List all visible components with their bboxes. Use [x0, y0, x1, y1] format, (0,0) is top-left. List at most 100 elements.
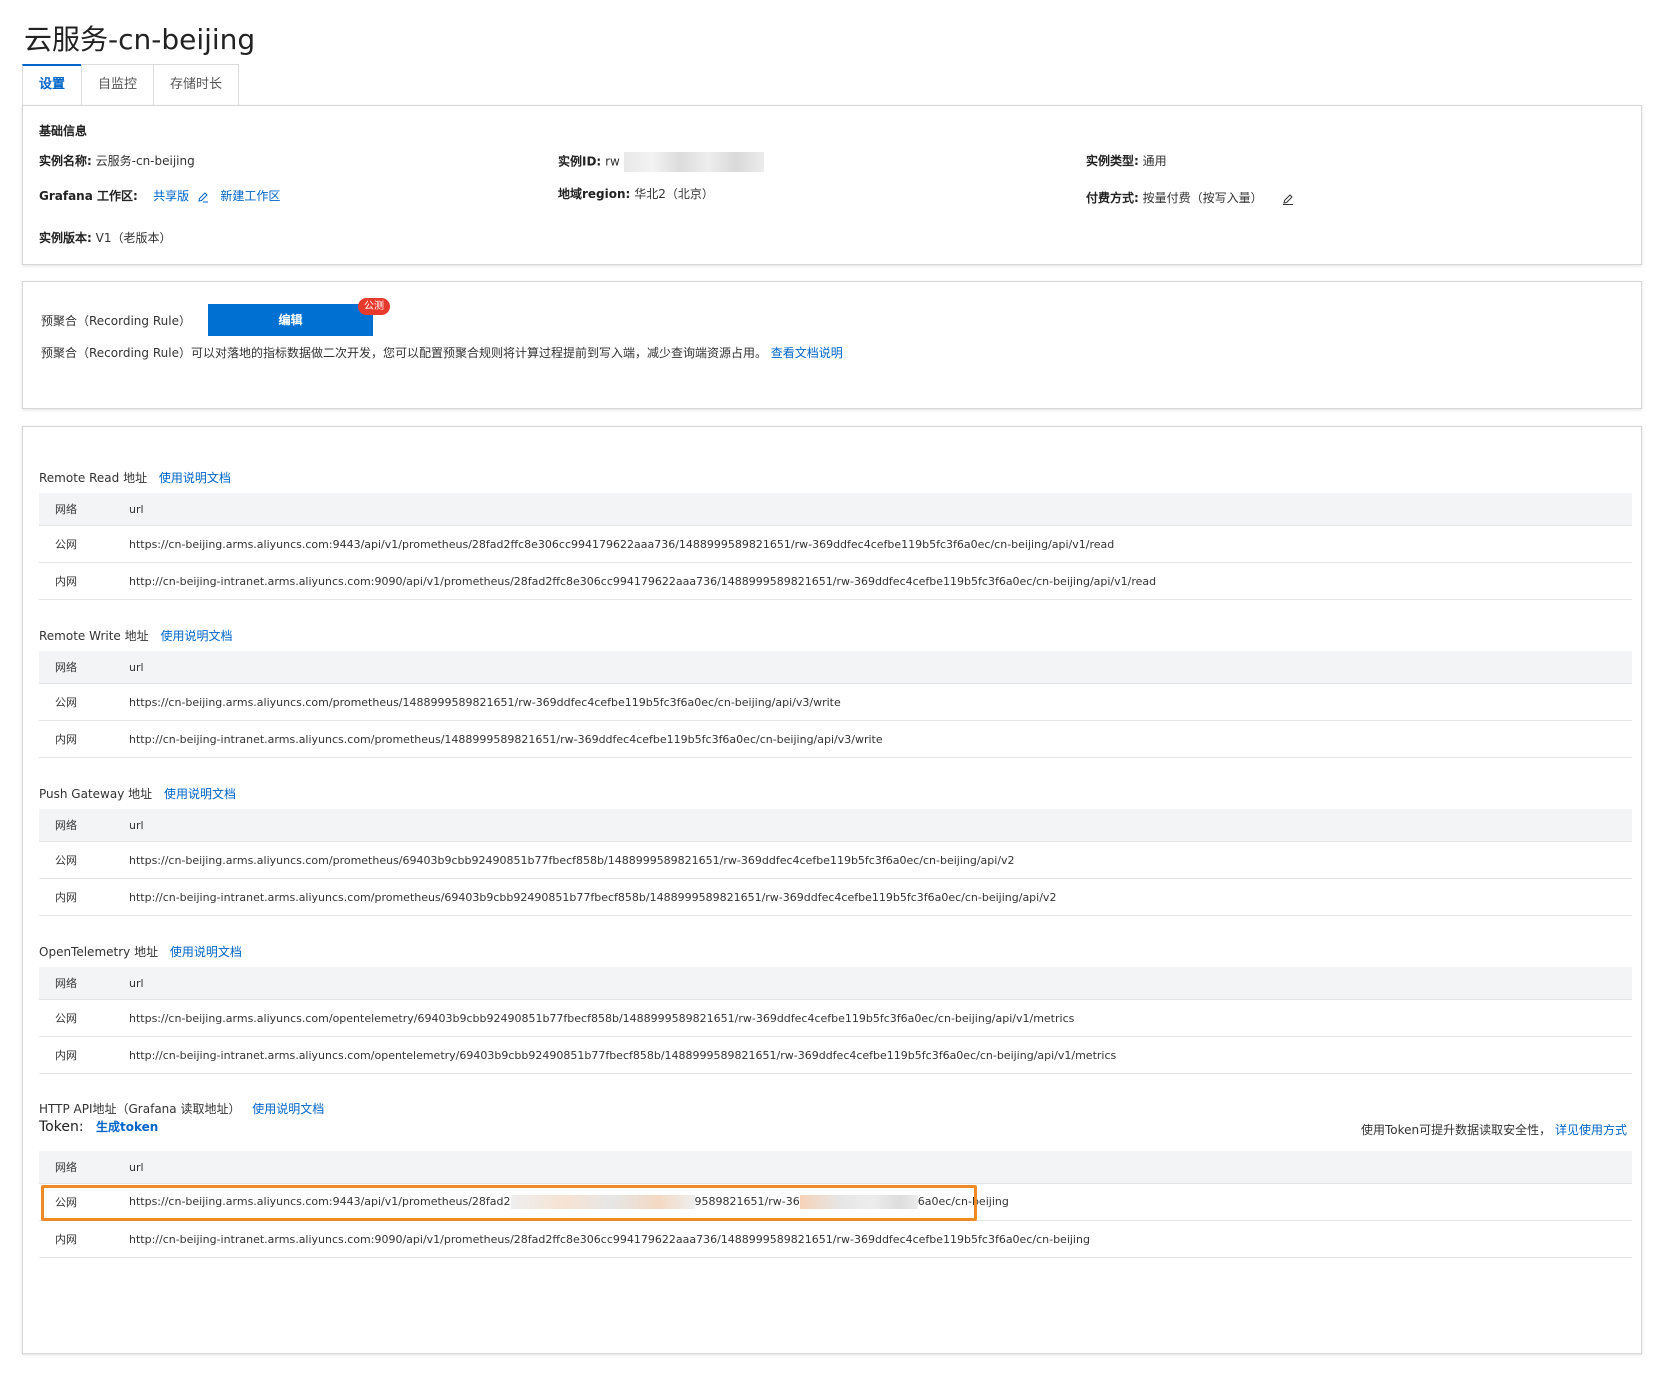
grafana-workspace-field: Grafana 工作区: 共享版 新建工作区 [39, 187, 280, 204]
remote-write-doc-link[interactable]: 使用说明文档 [160, 629, 232, 643]
http-api-public-url[interactable]: https://cn-beijing.arms.aliyuncs.com:944… [129, 1195, 1632, 1209]
table-header-row: 网络 url [39, 809, 1632, 842]
push-gateway-private-url[interactable]: http://cn-beijing-intranet.arms.aliyuncs… [129, 891, 1632, 904]
remote-write-table: 网络 url 公网 https://cn-beijing.arms.aliyun… [39, 651, 1632, 758]
remote-read-table: 网络 url 公网 https://cn-beijing.arms.aliyun… [39, 493, 1632, 600]
region-value: 华北2（北京） [634, 187, 714, 201]
http-api-table: 网络 url 公网 https://cn-beijing.arms.aliyun… [39, 1151, 1632, 1258]
opentelemetry-title-text: OpenTelemetry 地址 [39, 945, 159, 959]
table-header-row: 网络 url [39, 493, 1632, 526]
remote-read-private-url[interactable]: http://cn-beijing-intranet.arms.aliyuncs… [129, 575, 1632, 588]
grafana-shared-link[interactable]: 共享版 [153, 189, 189, 203]
remote-read-doc-link[interactable]: 使用说明文档 [159, 471, 231, 485]
push-gateway-title: Push Gateway 地址 使用说明文档 [39, 785, 236, 802]
remote-write-private-url[interactable]: http://cn-beijing-intranet.arms.aliyuncs… [129, 733, 1632, 746]
remote-write-public-url[interactable]: https://cn-beijing.arms.aliyuncs.com/pro… [129, 696, 1632, 709]
table-row: 内网 http://cn-beijing-intranet.arms.aliyu… [39, 721, 1632, 758]
remote-read-title-text: Remote Read 地址 [39, 471, 148, 485]
tab-storage-duration[interactable]: 存储时长 [153, 64, 240, 105]
redacted-segment [510, 1195, 695, 1209]
table-header-row: 网络 url [39, 1151, 1632, 1184]
table-row: 公网 https://cn-beijing.arms.aliyuncs.com/… [39, 842, 1632, 879]
edit-billing-icon[interactable] [1282, 193, 1294, 205]
column-network: 网络 [55, 661, 77, 674]
http-api-public-url-part-c: 6a0ec/cn-beijing [917, 1195, 1009, 1208]
opentelemetry-table: 网络 url 公网 https://cn-beijing.arms.aliyun… [39, 967, 1632, 1074]
region-field: 地域region: 华北2（北京） [558, 185, 714, 202]
recording-rule-card: 预聚合（Recording Rule） 编辑RecordingRule.yaml… [22, 281, 1642, 409]
instance-version-field: 实例版本: V1（老版本） [39, 229, 172, 246]
column-url: url [129, 1160, 144, 1174]
instance-id-masked [623, 152, 764, 172]
network-private: 内网 [55, 1049, 77, 1062]
column-network: 网络 [55, 1161, 77, 1174]
token-hint-text: 使用Token可提升数据读取安全性， [1361, 1123, 1552, 1137]
generate-token-link[interactable]: 生成token [96, 1120, 158, 1134]
table-header-row: 网络 url [39, 967, 1632, 1000]
tab-settings[interactable]: 设置 [22, 64, 83, 105]
http-api-title: HTTP API地址（Grafana 读取地址） 使用说明文档 [39, 1100, 324, 1117]
instance-type-label: 实例类型: [1086, 154, 1139, 168]
billing-value: 按量付费（按写入量） [1142, 191, 1263, 205]
column-url: url [129, 976, 144, 990]
column-network: 网络 [55, 819, 77, 832]
network-public: 公网 [55, 696, 77, 709]
network-public: 公网 [55, 538, 77, 551]
table-row: 公网 https://cn-beijing.arms.aliyuncs.com:… [39, 526, 1632, 563]
push-gateway-doc-link[interactable]: 使用说明文档 [164, 787, 236, 801]
http-api-public-url-part-a: https://cn-beijing.arms.aliyuncs.com:944… [129, 1195, 511, 1208]
instance-id-label: 实例ID: [558, 154, 602, 169]
edit-recording-rule-button[interactable]: 编辑RecordingRule.yaml [208, 304, 373, 359]
remote-write-title-text: Remote Write 地址 [39, 629, 149, 643]
network-private: 内网 [55, 891, 77, 904]
column-network: 网络 [55, 503, 77, 516]
http-api-title-text: HTTP API地址（Grafana 读取地址） [39, 1102, 241, 1116]
network-private: 内网 [55, 1233, 77, 1246]
instance-id-field: 实例ID: rw [558, 152, 764, 172]
new-workspace-link[interactable]: 新建工作区 [220, 189, 280, 203]
http-api-public-url-part-b: 9589821651/rw-36 [694, 1195, 800, 1208]
token-usage-link[interactable]: 详见使用方式 [1555, 1123, 1627, 1137]
network-public: 公网 [55, 1012, 77, 1025]
view-docs-link[interactable]: 查看文档说明 [771, 346, 843, 360]
billing-label: 付费方式: [1086, 191, 1139, 205]
network-private: 内网 [55, 575, 77, 588]
opentelemetry-title: OpenTelemetry 地址 使用说明文档 [39, 943, 242, 960]
remote-read-public-url[interactable]: https://cn-beijing.arms.aliyuncs.com:944… [129, 538, 1632, 551]
opentelemetry-doc-link[interactable]: 使用说明文档 [170, 945, 242, 959]
opentelemetry-public-url[interactable]: https://cn-beijing.arms.aliyuncs.com/ope… [129, 1012, 1632, 1025]
network-public: 公网 [55, 1196, 77, 1209]
table-row: 内网 http://cn-beijing-intranet.arms.aliyu… [39, 1037, 1632, 1074]
http-api-private-url[interactable]: http://cn-beijing-intranet.arms.aliyuncs… [129, 1233, 1632, 1246]
billing-field: 付费方式: 按量付费（按写入量） [1086, 189, 1294, 206]
column-network: 网络 [55, 977, 77, 990]
instance-version-value: V1（老版本） [95, 231, 172, 245]
instance-id-value: rw [605, 154, 620, 169]
tab-bar: 设置 自监控 存储时长 [22, 64, 240, 105]
redacted-segment [799, 1195, 918, 1209]
instance-type-value: 通用 [1142, 154, 1167, 168]
instance-name-value: 云服务-cn-beijing [95, 154, 195, 168]
table-row: 公网 https://cn-beijing.arms.aliyuncs.com/… [39, 1000, 1632, 1037]
basic-info-title: 基础信息 [39, 124, 88, 138]
tab-self-monitoring[interactable]: 自监控 [81, 64, 155, 105]
token-row: Token: 生成token [39, 1118, 158, 1135]
instance-type-field: 实例类型: 通用 [1086, 152, 1167, 169]
beta-badge: 公测 [358, 298, 390, 315]
table-row: 公网 https://cn-beijing.arms.aliyuncs.com:… [39, 1184, 1632, 1221]
column-url: url [129, 660, 144, 674]
edit-workspace-icon[interactable] [197, 191, 209, 203]
opentelemetry-private-url[interactable]: http://cn-beijing-intranet.arms.aliyuncs… [129, 1049, 1632, 1062]
column-url: url [129, 502, 144, 516]
table-row: 内网 http://cn-beijing-intranet.arms.aliyu… [39, 1221, 1632, 1258]
push-gateway-public-url[interactable]: https://cn-beijing.arms.aliyuncs.com/pro… [129, 854, 1632, 867]
instance-name-label: 实例名称: [39, 154, 92, 168]
grafana-workspace-label: Grafana 工作区: [39, 189, 138, 203]
token-label: Token: [39, 1119, 84, 1135]
http-api-doc-link[interactable]: 使用说明文档 [252, 1102, 324, 1116]
instance-name-field: 实例名称: 云服务-cn-beijing [39, 152, 195, 169]
recording-rule-label: 预聚合（Recording Rule） [41, 314, 191, 328]
instance-version-label: 实例版本: [39, 231, 92, 245]
token-hint: 使用Token可提升数据读取安全性， 详见使用方式 [1361, 1121, 1627, 1138]
column-url: url [129, 818, 144, 832]
